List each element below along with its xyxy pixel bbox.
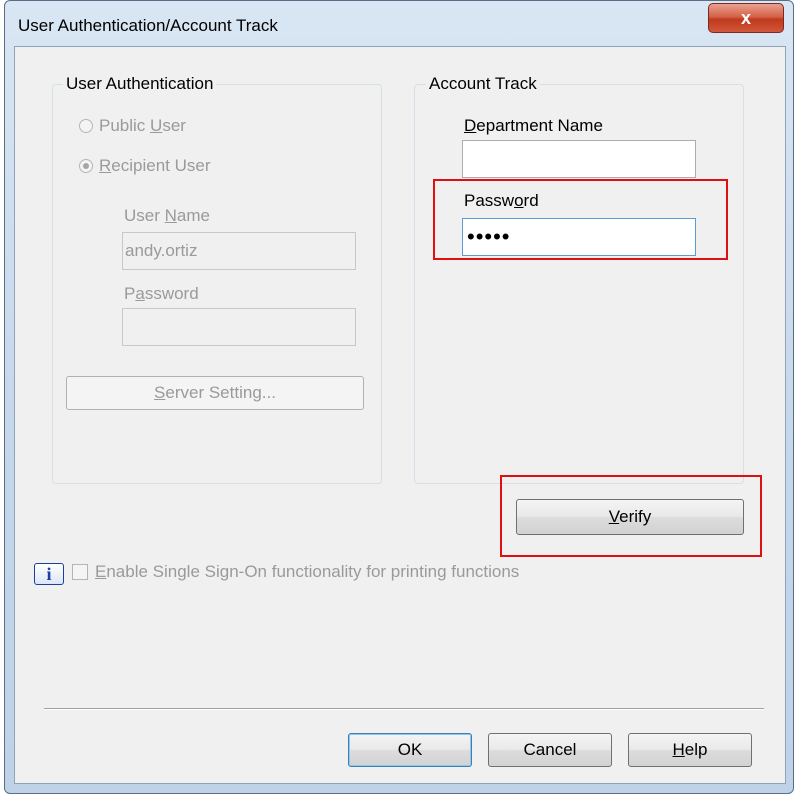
cancel-button[interactable]: Cancel — [488, 733, 612, 767]
user-auth-group — [52, 84, 382, 484]
user-name-field[interactable]: andy.ortiz — [122, 232, 356, 270]
close-button[interactable]: x — [708, 3, 784, 33]
window-title: User Authentication/Account Track — [18, 16, 278, 35]
public-user-radio[interactable] — [79, 119, 93, 133]
password-label: Password — [124, 284, 199, 303]
info-icon[interactable]: i — [34, 563, 64, 585]
footer-separator — [44, 708, 764, 710]
user-auth-title: User Authentication — [63, 74, 217, 94]
sso-label: Enable Single Sign-On functionality for … — [95, 562, 520, 581]
recipient-user-radio[interactable] — [79, 159, 93, 173]
password-field[interactable] — [122, 308, 356, 346]
help-button[interactable]: Help — [628, 733, 752, 767]
server-setting-button[interactable]: Server Setting... — [66, 376, 364, 410]
close-icon: x — [740, 8, 751, 28]
public-user-label: Public User — [99, 116, 186, 135]
department-name-field[interactable] — [462, 140, 696, 178]
account-password-label: Password — [464, 191, 539, 210]
verify-button[interactable]: Verify — [516, 499, 744, 535]
user-name-label: User Name — [124, 206, 210, 225]
ok-button[interactable]: OK — [348, 733, 472, 767]
recipient-user-label: Recipient User — [99, 156, 211, 175]
account-track-title: Account Track — [426, 74, 540, 94]
account-password-field[interactable]: ••••• — [462, 218, 696, 256]
department-name-label: Department Name — [464, 116, 603, 135]
sso-checkbox[interactable] — [72, 564, 88, 580]
